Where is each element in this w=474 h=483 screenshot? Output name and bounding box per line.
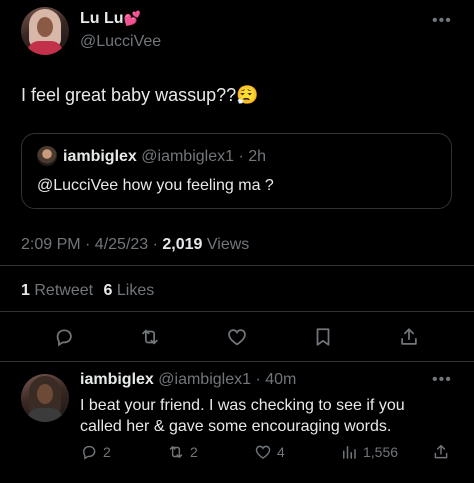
avatar-face [37, 17, 53, 37]
avatar-body [27, 408, 63, 422]
like-icon [228, 329, 246, 346]
reply-more-options-icon[interactable]: ••• [432, 371, 452, 389]
quoted-author-name: iambiglex [63, 148, 137, 165]
reply-retweet-button[interactable]: 2 [167, 443, 198, 461]
quoted-author-avatar [37, 146, 57, 166]
avatar-face [37, 384, 53, 404]
reply-author-handle-time[interactable]: @iambiglex1 · 40m [158, 371, 296, 388]
reply-views-button[interactable]: 1,556 [340, 443, 398, 461]
quoted-author-handle-time: @iambiglex1 · 2h [141, 148, 267, 165]
likes-count: 6 [103, 282, 113, 299]
divider-actions [0, 361, 474, 362]
retweets-label: Retweet [34, 282, 94, 299]
reply-likes-count: 4 [277, 444, 285, 460]
retweets-stat[interactable]: 1 Retweet [21, 282, 93, 299]
reply-author-name[interactable]: iambiglex [80, 371, 154, 388]
divider-stats [0, 311, 474, 312]
reply-views-count: 1,556 [363, 444, 399, 460]
author-display-name: Lu Lu [80, 10, 124, 27]
share-icon [434, 444, 448, 459]
views-count: 2,019 [162, 236, 203, 253]
tweet-stats: 1 Retweet 6 Likes [21, 282, 154, 300]
bookmark-icon [316, 328, 330, 346]
retweets-count: 1 [21, 282, 30, 299]
reply-button[interactable] [53, 326, 75, 348]
author-name-emoji: 💕 [123, 10, 141, 26]
likes-stat[interactable]: 6 Likes [104, 282, 155, 299]
share-icon [401, 328, 417, 345]
quoted-tweet-text: @LucciVee how you feeling ma ? [37, 177, 274, 194]
retweet-icon [142, 329, 158, 345]
like-icon [255, 445, 271, 459]
reply-text-line-1: I beat your friend. I was checking to se… [80, 397, 405, 414]
likes-label: Likes [116, 282, 155, 299]
reply-retweets-count: 2 [190, 444, 198, 460]
reply-replies-count: 2 [103, 444, 111, 460]
author-name-row[interactable]: Lu Lu💕 [80, 10, 141, 28]
tweet-text: I feel great baby wassup??😮‍💨 [21, 85, 259, 105]
reply-icon [83, 445, 96, 460]
reply-text-line-2: called her & gave some encouraging words… [80, 418, 392, 435]
tweet-meta: 2:09 PM · 4/25/23 · 2,019 Views [21, 236, 249, 254]
retweet-icon [169, 446, 183, 458]
divider-meta [0, 265, 474, 266]
reply-share-button[interactable] [432, 443, 450, 461]
reply-author-avatar[interactable] [21, 374, 69, 422]
share-button[interactable] [398, 326, 420, 348]
views-label: Views [202, 236, 250, 253]
more-options-icon[interactable]: ••• [432, 12, 452, 30]
bookmark-button[interactable] [312, 326, 334, 348]
tweet-time-date[interactable]: 2:09 PM · 4/25/23 · [21, 236, 162, 253]
retweet-button[interactable] [139, 326, 161, 348]
avatar-body [27, 41, 63, 55]
author-handle[interactable]: @LucciVee [80, 33, 161, 51]
reply-like-button[interactable]: 4 [254, 443, 285, 461]
reply-author-row: iambiglex @iambiglex1 · 40m [80, 371, 296, 389]
reply-icon [56, 329, 72, 347]
views-icon [343, 446, 356, 459]
author-avatar[interactable] [21, 7, 69, 55]
like-button[interactable] [226, 326, 248, 348]
quoted-author-row: iambiglex @iambiglex1 · 2h [63, 148, 266, 166]
reply-reply-button[interactable]: 2 [80, 443, 111, 461]
reply-text: I beat your friend. I was checking to se… [80, 395, 405, 437]
quoted-tweet-card[interactable] [21, 133, 452, 209]
